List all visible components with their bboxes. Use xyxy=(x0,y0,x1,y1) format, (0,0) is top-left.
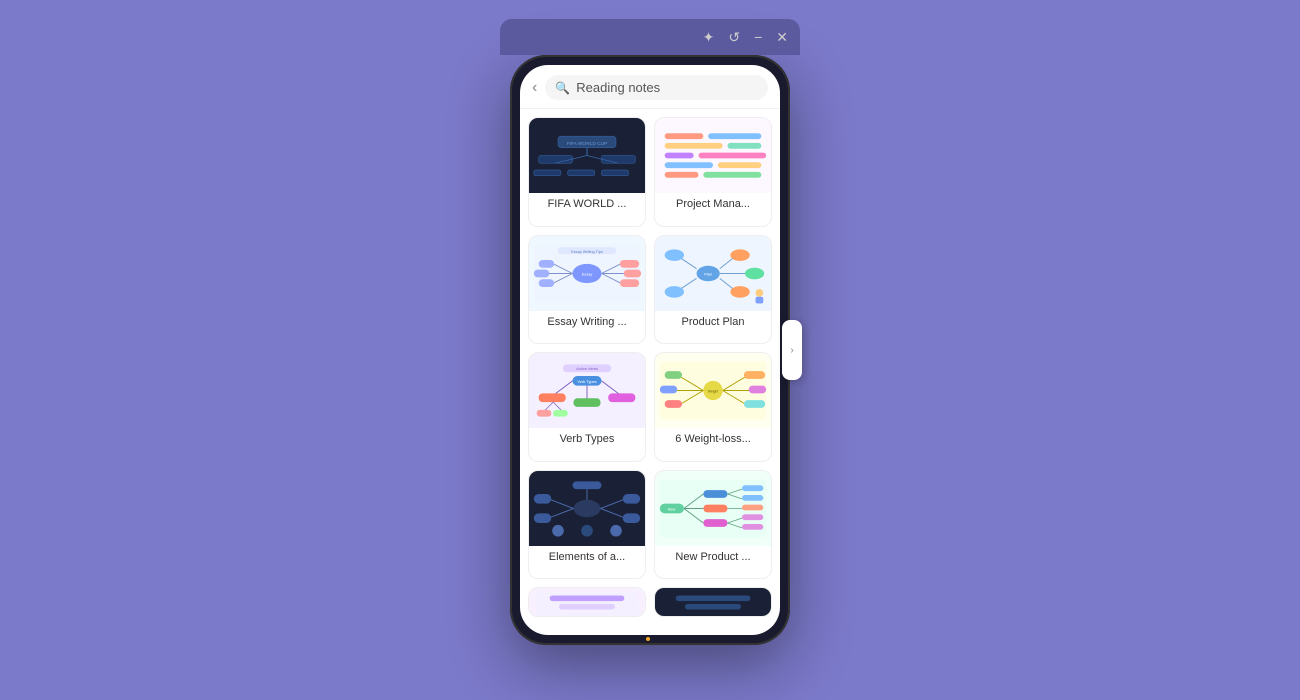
back-button[interactable]: ‹ xyxy=(532,79,537,97)
svg-text:Plan: Plan xyxy=(704,272,712,276)
card-product-plan[interactable]: Plan xyxy=(654,235,772,345)
card-verb[interactable]: Verb Types xyxy=(528,352,646,462)
card-product-plan-label: Product Plan xyxy=(655,311,771,334)
svg-text:Essay: Essay xyxy=(582,272,593,276)
cards-grid: FIFA WORLD CUP FIFA WORLD ... xyxy=(520,109,780,635)
card-new-product[interactable]: New xyxy=(654,470,772,580)
svg-text:Verb Types: Verb Types xyxy=(577,380,596,384)
card-fifa[interactable]: FIFA WORLD CUP FIFA WORLD ... xyxy=(528,117,646,227)
svg-text:New: New xyxy=(668,507,676,511)
search-icon: 🔍 xyxy=(555,81,570,95)
card-fifa-label: FIFA WORLD ... xyxy=(529,193,645,216)
card-verb-label: Verb Types xyxy=(529,428,645,451)
card-project-label: Project Mana... xyxy=(655,193,771,216)
minimize-icon[interactable]: − xyxy=(754,29,762,45)
card-elements[interactable]: Elements of a... xyxy=(528,470,646,580)
titlebar: ✦ ↺ − ✕ xyxy=(500,19,800,55)
card-essay[interactable]: Essay xyxy=(528,235,646,345)
card-weight[interactable]: Weight xyxy=(654,352,772,462)
svg-text:Essay Writing Tips: Essay Writing Tips xyxy=(571,250,603,254)
svg-text:Action Verbs: Action Verbs xyxy=(576,367,598,371)
close-icon[interactable]: ✕ xyxy=(776,29,788,46)
svg-text:Weight: Weight xyxy=(708,390,719,394)
refresh-icon[interactable]: ↺ xyxy=(728,29,740,46)
phone-screen: ‹ 🔍 Reading notes FIFA WORLD CUP xyxy=(520,65,780,635)
app-window: ✦ ↺ − ✕ ‹ 🔍 Reading notes xyxy=(510,55,790,645)
scroll-indicator xyxy=(646,637,650,641)
search-bar: ‹ 🔍 Reading notes xyxy=(520,65,780,109)
star-icon[interactable]: ✦ xyxy=(703,29,715,46)
card-new-product-label: New Product ... xyxy=(655,546,771,569)
card-weight-label: 6 Weight-loss... xyxy=(655,428,771,451)
search-input-area[interactable]: 🔍 Reading notes xyxy=(545,75,768,100)
card-essay-label: Essay Writing ... xyxy=(529,311,645,334)
phone-frame: ‹ 🔍 Reading notes FIFA WORLD CUP xyxy=(510,55,790,645)
card-partial2[interactable] xyxy=(654,587,772,617)
scroll-handle[interactable]: › xyxy=(782,320,802,380)
card-project[interactable]: Project Mana... xyxy=(654,117,772,227)
card-partial1[interactable] xyxy=(528,587,646,617)
search-text: Reading notes xyxy=(576,80,660,95)
svg-text:FIFA WORLD CUP: FIFA WORLD CUP xyxy=(567,141,608,147)
card-elements-label: Elements of a... xyxy=(529,546,645,569)
